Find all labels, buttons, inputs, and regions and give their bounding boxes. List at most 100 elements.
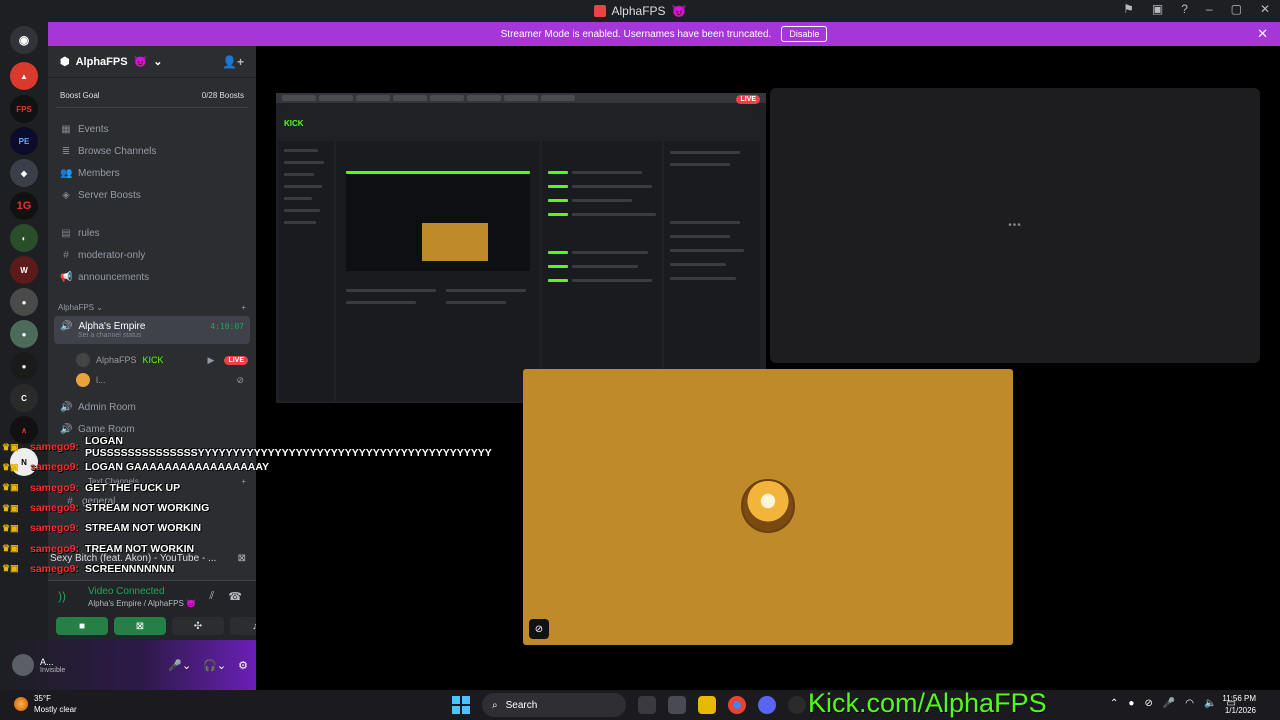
crown-icon: ♛▣ — [2, 441, 19, 452]
tray-app-icon[interactable]: ● — [1128, 698, 1134, 709]
taskbar-clock[interactable]: 11:56 PM 1/1/2026 — [1222, 693, 1256, 717]
chat-message: ♛▣ samego9: TREAM NOT WORKIN — [2, 538, 532, 558]
chat-text: STREAM NOT WORKIN — [85, 522, 202, 535]
voice-user[interactable]: l... ⊘ — [48, 370, 256, 390]
disable-streamer-mode-button[interactable]: Disable — [781, 26, 828, 42]
taskbar-apps: ⌕ Search — [452, 693, 806, 717]
server-name-emoji: 😈 — [133, 56, 148, 68]
chat-username: samego9: — [29, 441, 79, 454]
user-info[interactable]: A... Invisible — [40, 657, 65, 674]
file-explorer-icon[interactable] — [698, 696, 716, 714]
crown-icon: ♛▣ — [2, 502, 19, 513]
volume-icon[interactable]: 🎤 — [1163, 698, 1175, 709]
boost-goal[interactable]: Boost Goal 0/28 Boosts — [56, 88, 248, 108]
help-icon[interactable]: ? — [1181, 2, 1188, 16]
nav-server-boosts[interactable]: ◈ Server Boosts — [48, 184, 256, 206]
server-icon-5[interactable]: ● — [10, 288, 38, 316]
server-icon-4[interactable]: ◐ — [10, 224, 38, 252]
add-channel-icon[interactable]: + — [241, 303, 246, 312]
speaker-volume-icon[interactable]: 🔈 — [1204, 698, 1216, 709]
chat-message: ♛▣ samego9: STREAM NOT WORKIN — [2, 518, 532, 538]
chat-username: samego9: — [30, 502, 80, 515]
rtc-location[interactable]: Alpha's Empire / AlphaFPS 😈 — [88, 599, 196, 608]
voice-user-name: l... — [96, 375, 106, 385]
muted-icon: ⊘ — [236, 374, 244, 385]
beer-avatar — [741, 479, 795, 533]
obs-icon[interactable] — [788, 696, 806, 714]
chrome-icon[interactable] — [728, 696, 746, 714]
channel-announcements-label: announcements — [78, 271, 150, 283]
weather-widget[interactable]: 35°F Mostly clear — [14, 693, 77, 715]
server-icon-cult[interactable]: C — [10, 384, 38, 412]
screen-share-tile[interactable]: KICK LIVE — [276, 93, 766, 403]
maximize-icon[interactable]: ▢ — [1231, 2, 1242, 16]
nav-events[interactable]: ▦ Events — [48, 118, 256, 140]
server-icon-3[interactable]: ◆ — [10, 159, 38, 187]
window-title-text: AlphaFPS — [611, 4, 666, 18]
nav-members[interactable]: 👥 Members — [48, 162, 256, 184]
noise-suppression-icon[interactable]: ⫽ — [209, 590, 214, 603]
store-icon[interactable] — [668, 696, 686, 714]
video-stage: KICK LIVE ••• ⊘ — [256, 46, 1280, 690]
disconnect-icon[interactable]: ☎ — [228, 590, 242, 603]
server-icon-worlds[interactable]: W — [10, 256, 38, 284]
server-icon-7[interactable]: ● — [10, 352, 38, 380]
avatar[interactable] — [12, 654, 34, 676]
dashboard-chat — [542, 141, 662, 401]
avatar — [76, 353, 90, 367]
inbox-icon[interactable]: ▣ — [1152, 2, 1163, 16]
user-name: A... — [40, 656, 54, 667]
discord-taskbar-icon[interactable] — [758, 696, 776, 714]
kick-header: KICK — [276, 117, 766, 129]
tray-app-icon[interactable]: ⊘ — [1144, 698, 1152, 709]
channel-status[interactable]: Set a channel status — [60, 332, 250, 339]
minimize-icon[interactable]: – — [1206, 2, 1213, 16]
user-controls: 🎤⌄ 🎧⌄ ⚙ — [168, 659, 248, 672]
headphones-icon[interactable]: 🎧⌄ — [203, 659, 226, 672]
speaker-icon: 🔊 — [60, 321, 73, 332]
channel-moderator-only[interactable]: # moderator-only — [48, 244, 256, 266]
windows-start-icon[interactable] — [452, 696, 470, 714]
user-camera-tile[interactable]: ⊘ — [523, 369, 1013, 645]
invite-people-icon[interactable]: 👤+ — [222, 55, 244, 69]
chat-message: ♛▣ samego9: STREAM NOT WORKING — [2, 498, 532, 518]
voice-channel-timer: 4:10:07 — [210, 322, 244, 331]
mic-muted-icon: ⊘ — [529, 619, 549, 639]
speaker-icon: 🔊 — [60, 401, 73, 413]
chevron-up-icon[interactable]: ⌃ — [1110, 698, 1118, 709]
server-icon-2[interactable]: PE — [10, 127, 38, 155]
taskbar-search[interactable]: ⌕ Search — [482, 693, 626, 717]
activities-button[interactable]: ✣ — [172, 617, 224, 635]
channel-admin-room[interactable]: 🔊 Admin Room — [48, 396, 256, 418]
server-icon-1[interactable]: ▲ — [10, 62, 38, 90]
discord-home-icon[interactable]: ◉ — [10, 26, 38, 54]
browser-address-bar — [282, 105, 760, 115]
activities-icon: ✣ — [193, 620, 203, 632]
channel-rules[interactable]: ▤ rules — [48, 222, 256, 244]
nav-browse-channels[interactable]: ≣ Browse Channels — [48, 140, 256, 162]
window-close-icon[interactable]: ✕ — [1260, 2, 1270, 16]
inbox-flag-icon[interactable]: ⚑ — [1123, 2, 1134, 16]
server-icon-6[interactable]: ● — [10, 320, 38, 348]
microphone-icon[interactable]: 🎤⌄ — [168, 659, 191, 672]
settings-gear-icon[interactable]: ⚙ — [238, 659, 248, 672]
empty-stream-tile[interactable]: ••• — [770, 88, 1260, 363]
wifi-icon[interactable]: ◠ — [1185, 698, 1194, 709]
screen-share-button[interactable]: ⊠ — [114, 617, 166, 635]
server-icon-1g[interactable]: 1G — [10, 192, 38, 220]
crown-icon: ♛▣ — [2, 543, 19, 554]
voice-channel-active[interactable]: 🔊 Alpha's Empire 4:10:07 Set a channel s… — [54, 316, 250, 344]
camera-button[interactable]: ■ — [56, 617, 108, 635]
task-view-icon[interactable] — [638, 696, 656, 714]
voice-user[interactable]: AlphaFPS KICK ▶ LIVE — [48, 350, 256, 370]
chat-message: ♛▣ samego9: SCREENNNNNNN — [2, 559, 532, 579]
server-icon-fps[interactable]: FPS — [10, 95, 38, 123]
rtc-status[interactable]: Video Connected — [88, 586, 165, 597]
chat-text: LOGAN GAAAAAAAAAAAAAAAAAY — [85, 461, 269, 474]
category-alphafps[interactable]: AlphaFPS ⌄ + — [48, 298, 256, 316]
close-icon[interactable]: ✕ — [1257, 26, 1268, 42]
server-header[interactable]: ⬢ AlphaFPS 😈 ⌄ 👤+ — [48, 46, 256, 78]
kick-logo: KICK — [284, 118, 304, 128]
channel-announcements[interactable]: 📢 announcements — [48, 266, 256, 288]
crown-icon: ♛▣ — [2, 522, 19, 533]
